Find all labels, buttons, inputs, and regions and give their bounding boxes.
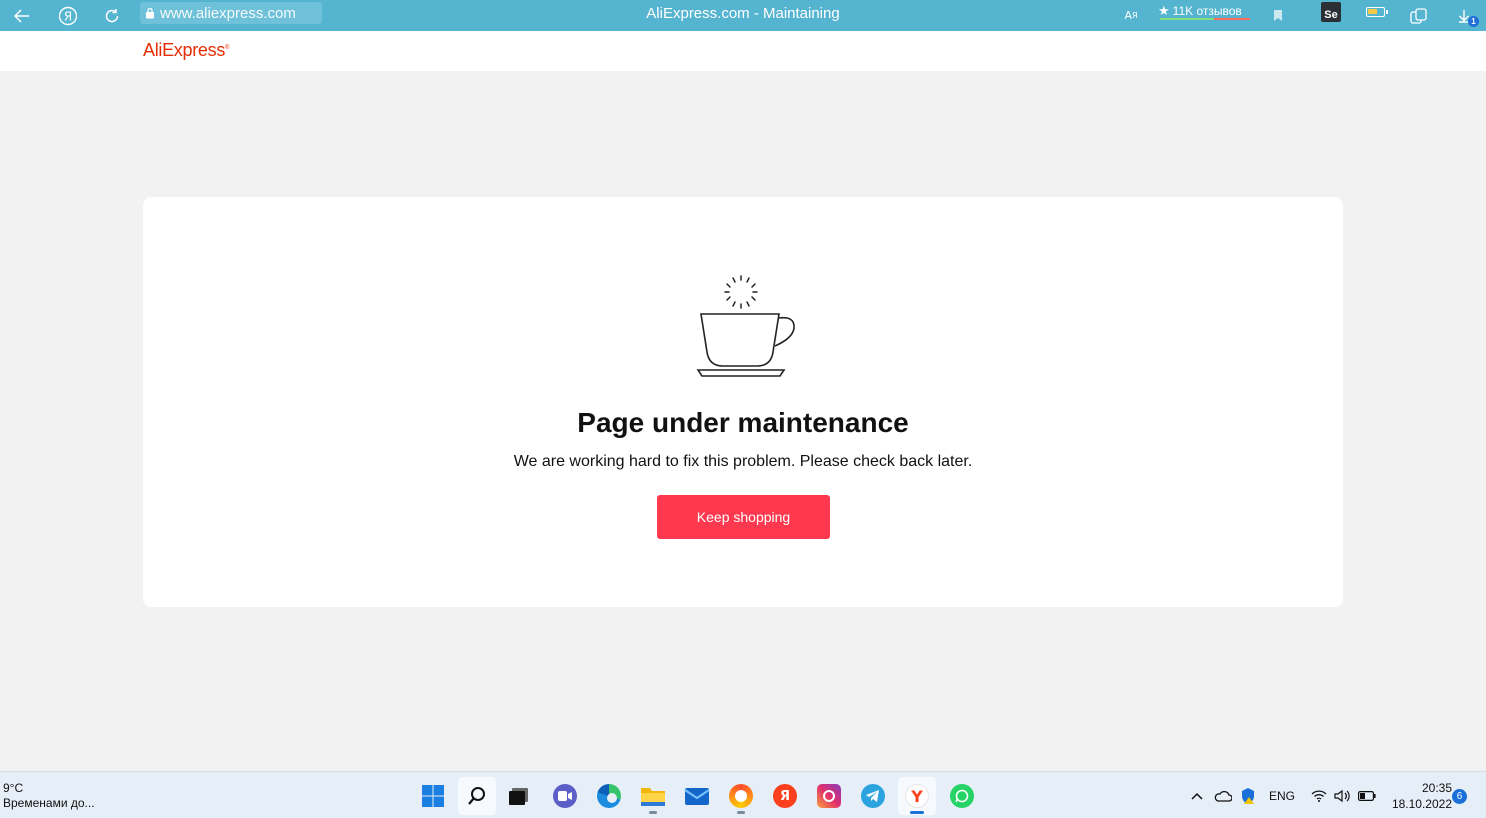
address-bar[interactable]: www.aliexpress.com (140, 2, 322, 24)
bookmark-icon[interactable] (1270, 0, 1286, 31)
coffee-cup-icon (696, 275, 795, 377)
se-label: Se (1324, 9, 1338, 21)
yandex-icon[interactable]: Я (766, 777, 804, 815)
reload-icon[interactable] (100, 0, 124, 31)
system-clock[interactable]: 20:35 18.10.2022 (1382, 780, 1452, 812)
telegram-icon[interactable] (854, 777, 892, 815)
weather-desc: Временами до... (3, 796, 95, 810)
aliexpress-logo[interactable]: AliExpress® (143, 40, 229, 61)
maintenance-card (143, 197, 1343, 607)
clock-time: 20:35 (1421, 781, 1452, 795)
file-explorer-icon[interactable] (634, 777, 672, 815)
logo-text: AliExpress (143, 40, 226, 60)
logo-mark: ® (225, 45, 230, 51)
running-indicator (737, 811, 745, 814)
windows-taskbar: 9°C Временами до... Я Y ENG 20:35 18.10.… (0, 771, 1486, 818)
translate-icon[interactable]: AЯ (1121, 0, 1141, 31)
weather-temp: 9°C (3, 781, 24, 795)
site-header: AliExpress® (0, 31, 1486, 71)
maintenance-message: We are working hard to fix this problem.… (513, 453, 973, 470)
back-arrow-icon[interactable] (10, 0, 34, 31)
instagram-icon[interactable] (810, 777, 848, 815)
yandex-icon[interactable]: Я (56, 0, 80, 31)
svg-text:Я: Я (64, 9, 72, 23)
seo-extension-icon[interactable]: Se (1321, 2, 1341, 22)
onedrive-icon[interactable] (1214, 772, 1232, 818)
weather-widget[interactable]: 9°C Временами до... (3, 781, 95, 811)
yandex-browser-icon[interactable]: Y (898, 777, 936, 815)
chat-icon[interactable] (546, 777, 584, 815)
task-view-icon[interactable] (500, 777, 538, 815)
collections-icon[interactable] (1408, 0, 1430, 31)
url-text: www.aliexpress.com (160, 4, 296, 22)
mail-icon[interactable] (678, 777, 716, 815)
browser-toolbar: Я www.aliexpress.com AliExpress.com - Ma… (0, 0, 1486, 31)
volume-icon[interactable] (1334, 772, 1350, 818)
battery-status-icon[interactable] (1358, 772, 1376, 818)
battery-icon[interactable] (1366, 7, 1388, 17)
windows-start-icon[interactable] (414, 777, 452, 815)
keep-shopping-button[interactable]: Keep shopping (657, 495, 830, 539)
reviews-label: 11K отзывов (1172, 4, 1242, 18)
tray-overflow-icon[interactable] (1190, 772, 1204, 818)
star-icon: ★ (1158, 3, 1170, 19)
page-title: Page under maintenance (577, 407, 909, 438)
language-indicator[interactable]: ENG (1269, 772, 1295, 818)
running-indicator (649, 811, 657, 814)
tab-title: AliExpress.com - Maintaining (646, 4, 840, 22)
active-indicator (910, 811, 924, 814)
clock-date: 18.10.2022 (1391, 797, 1452, 811)
security-shield-icon[interactable] (1240, 772, 1256, 818)
yandex-music-icon[interactable] (722, 777, 760, 815)
rating-bar (1160, 18, 1250, 20)
search-icon[interactable] (458, 777, 496, 815)
wifi-icon[interactable] (1311, 772, 1327, 818)
notification-badge[interactable]: 6 (1452, 789, 1467, 804)
whatsapp-icon[interactable] (943, 777, 981, 815)
edge-icon[interactable] (590, 777, 628, 815)
lock-icon (140, 7, 160, 19)
download-count-badge: 1 (1468, 16, 1479, 27)
